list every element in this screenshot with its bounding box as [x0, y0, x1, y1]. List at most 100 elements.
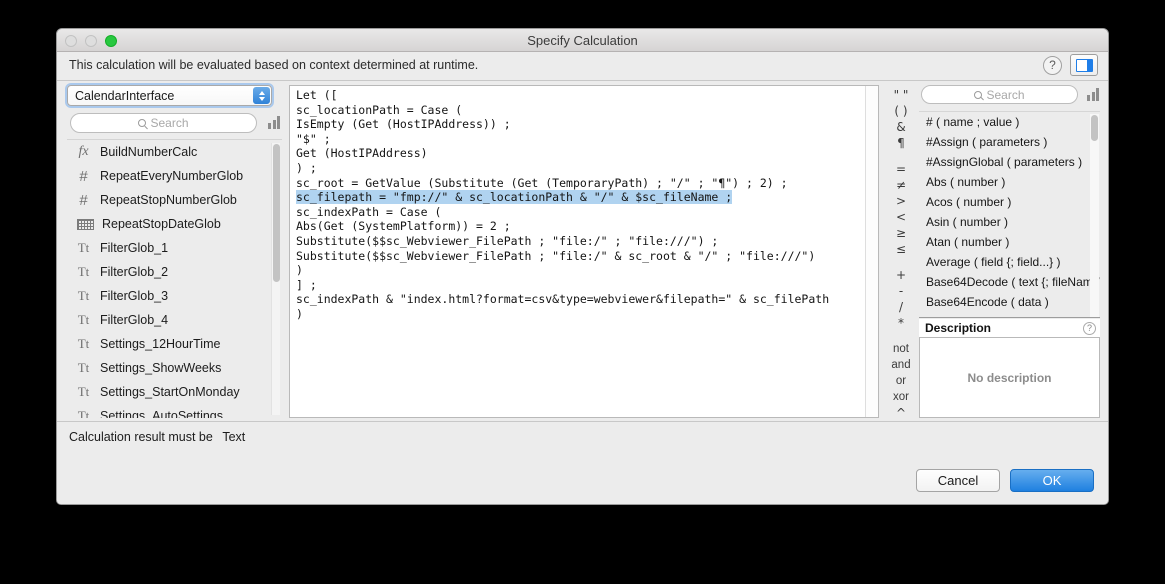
number-field-icon: #: [79, 167, 88, 185]
field-list-item-label: RepeatEveryNumberGlob: [100, 169, 244, 183]
function-list-scroll-thumb[interactable]: [1091, 115, 1098, 141]
code-highlighted-line: sc_filepath = "fmp://" & sc_locationPath…: [296, 190, 733, 205]
field-panel: CalendarInterface Search fx BuildNumberCa…: [67, 85, 282, 418]
field-list-item[interactable]: Tt Settings_StartOnMonday: [67, 380, 282, 404]
field-list-item[interactable]: Tt FilterGlob_4: [67, 308, 282, 332]
operator-button[interactable]: xor: [885, 389, 917, 405]
dialog-footer: Calculation result must be Text Cancel O…: [57, 421, 1108, 504]
close-button[interactable]: [65, 35, 77, 47]
operator-button[interactable]: +: [885, 267, 917, 283]
text-field-icon: Tt: [77, 336, 90, 351]
table-select[interactable]: CalendarInterface: [67, 85, 272, 106]
calculation-editor[interactable]: Let ([ sc_locationPath = Case ( IsEmpty …: [289, 85, 879, 418]
operator-button[interactable]: &: [885, 119, 917, 135]
operator-button[interactable]: ( ): [885, 103, 917, 119]
function-search-input[interactable]: Search: [921, 85, 1078, 104]
window-title: Specify Calculation: [527, 33, 638, 48]
function-list-scrollbar[interactable]: [1090, 114, 1099, 317]
function-list[interactable]: # ( name ; value ) #Assign ( parameters )…: [919, 111, 1100, 318]
minimize-button[interactable]: [85, 35, 97, 47]
panel-toggle-button[interactable]: [1070, 54, 1098, 76]
code-before: Let ([ sc_locationPath = Case ( IsEmpty …: [296, 88, 788, 190]
operator-button[interactable]: ^: [885, 405, 917, 421]
function-search-placeholder: Search: [986, 87, 1025, 102]
field-list[interactable]: fx BuildNumberCalc # RepeatEveryNumberGlob #…: [67, 139, 282, 418]
number-field-icon: #: [79, 191, 88, 209]
calculation-result-label: Calculation result must be: [69, 430, 213, 444]
ok-button[interactable]: OK: [1010, 469, 1094, 492]
operator-button[interactable]: and: [885, 357, 917, 373]
field-list-scroll-thumb[interactable]: [273, 144, 280, 282]
function-list-item[interactable]: #Assign ( parameters ): [919, 132, 1100, 152]
operator-button[interactable]: *: [885, 315, 917, 331]
field-list-item[interactable]: Tt FilterGlob_2: [67, 260, 282, 284]
code-after: sc_indexPath = Case ( Abs(Get (SystemPla…: [296, 204, 830, 321]
field-list-item-label: FilterGlob_2: [100, 265, 169, 279]
function-list-item[interactable]: Base64EncodeRFC ( RFCNumber ; data ): [919, 312, 1100, 317]
text-field-icon: Tt: [77, 408, 90, 418]
field-list-item-label: Settings_ShowWeeks: [100, 361, 222, 375]
field-list-item-label: RepeatStopDateGlob: [102, 217, 221, 231]
function-list-item[interactable]: # ( name ; value ): [919, 112, 1100, 132]
function-list-item[interactable]: Base64Decode ( text {; fileNameWithEx…: [919, 272, 1100, 292]
description-title: Description: [925, 321, 992, 335]
dialog-body: CalendarInterface Search fx BuildNumberCa…: [57, 81, 1108, 422]
operator-button[interactable]: >: [885, 193, 917, 209]
function-sort-bar-chart-icon[interactable]: [1087, 88, 1099, 101]
function-list-item[interactable]: Average ( field {; field...} ): [919, 252, 1100, 272]
fx-field-icon: fx: [78, 144, 89, 159]
operator-button[interactable]: ≤: [885, 241, 917, 257]
text-field-icon: Tt: [77, 360, 90, 375]
zoom-button[interactable]: [105, 35, 117, 47]
field-list-item[interactable]: # RepeatEveryNumberGlob: [67, 164, 282, 188]
operator-button[interactable]: <: [885, 209, 917, 225]
operator-palette: " "( ) & ¶ = ≠ > < ≥ ≤ + - / * not and or xor ^: [885, 85, 917, 421]
operator-button[interactable]: ≥: [885, 225, 917, 241]
search-icon: [974, 90, 983, 99]
text-field-icon: Tt: [77, 288, 90, 303]
field-list-item[interactable]: Tt FilterGlob_3: [67, 284, 282, 308]
function-list-item[interactable]: Acos ( number ): [919, 192, 1100, 212]
field-list-item-label: FilterGlob_1: [100, 241, 169, 255]
field-list-scrollbar[interactable]: [271, 143, 280, 415]
field-list-item-label: FilterGlob_3: [100, 289, 169, 303]
field-list-item[interactable]: Tt FilterGlob_1: [67, 236, 282, 260]
cancel-button[interactable]: Cancel: [916, 469, 1000, 492]
operator-button[interactable]: ≠: [885, 177, 917, 193]
editor-scrollbar[interactable]: [865, 86, 878, 417]
calculation-code-text[interactable]: Let ([ sc_locationPath = Case ( IsEmpty …: [296, 88, 860, 415]
search-icon: [138, 119, 147, 127]
operator-button[interactable]: or: [885, 373, 917, 389]
field-list-item[interactable]: Tt Settings_AutoSettings: [67, 404, 282, 418]
field-sort-bar-chart-icon[interactable]: [268, 116, 280, 129]
field-list-item[interactable]: RepeatStopDateGlob: [67, 212, 282, 236]
calculation-result-value[interactable]: Text: [222, 430, 245, 444]
field-list-item[interactable]: # RepeatStopNumberGlob: [67, 188, 282, 212]
function-list-item[interactable]: Base64Encode ( data ): [919, 292, 1100, 312]
field-search-placeholder: Search: [150, 116, 189, 130]
operator-button[interactable]: -: [885, 283, 917, 299]
operator-button[interactable]: ¶: [885, 135, 917, 151]
field-list-item-label: FilterGlob_4: [100, 313, 169, 327]
description-help-icon[interactable]: ?: [1083, 322, 1096, 335]
function-list-item[interactable]: Abs ( number ): [919, 172, 1100, 192]
field-list-item[interactable]: Tt Settings_12HourTime: [67, 332, 282, 356]
field-list-item[interactable]: Tt Settings_ShowWeeks: [67, 356, 282, 380]
operator-button[interactable]: /: [885, 299, 917, 315]
description-text: No description: [967, 370, 1052, 385]
date-field-icon: [77, 218, 94, 230]
text-field-icon: Tt: [77, 264, 90, 279]
operator-button[interactable]: " ": [885, 87, 917, 103]
window-controls: [65, 35, 117, 47]
function-list-item[interactable]: #AssignGlobal ( parameters ): [919, 152, 1100, 172]
operator-button[interactable]: =: [885, 161, 917, 177]
help-icon[interactable]: ?: [1043, 56, 1062, 75]
field-list-item[interactable]: fx BuildNumberCalc: [67, 140, 282, 164]
function-search-row: Search: [919, 85, 1100, 107]
stepper-updown-icon[interactable]: [253, 87, 270, 104]
operator-button[interactable]: not: [885, 341, 917, 357]
function-list-item[interactable]: Asin ( number ): [919, 212, 1100, 232]
dialog-buttons: Cancel OK: [916, 469, 1094, 492]
function-list-item[interactable]: Atan ( number ): [919, 232, 1100, 252]
field-search-input[interactable]: Search: [70, 113, 257, 133]
